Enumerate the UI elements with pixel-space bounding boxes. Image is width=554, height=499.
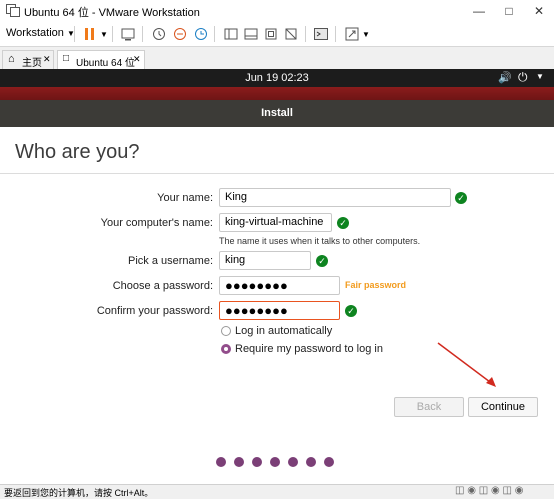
workstation-menu[interactable]: Workstation ▼ [6, 27, 75, 39]
page-title: Who are you? [15, 141, 140, 163]
send-ctrl-alt-del-icon[interactable] [120, 26, 136, 42]
fullscreen-icon[interactable] [263, 26, 279, 42]
status-bar: 要返回到您的计算机，请按 Ctrl+Alt。 ◫ ◉ ◫ ◉ ◫ ◉ [0, 484, 554, 499]
require-password-label[interactable]: Require my password to log in [235, 343, 383, 355]
progress-dot [252, 457, 262, 467]
check-icon: ✓ [316, 255, 328, 267]
progress-dot [270, 457, 280, 467]
status-text: 要返回到您的计算机，请按 Ctrl+Alt。 [4, 488, 154, 498]
stretch-guest-icon[interactable] [344, 26, 360, 42]
tab-ubuntu-label: Ubuntu 64 位 [76, 58, 135, 69]
unity-mode-icon[interactable] [283, 26, 299, 42]
toolbar: Workstation ▼ ▼ ▼ [0, 22, 554, 47]
continue-button[interactable]: Continue [468, 397, 538, 417]
computer-name-hint: The name it uses when it talks to other … [219, 236, 421, 246]
device-icons[interactable]: ◫ ◉ ◫ ◉ ◫ ◉ [455, 485, 523, 496]
login-auto-label[interactable]: Log in automatically [235, 325, 332, 337]
pause-dropdown-icon[interactable]: ▼ [100, 30, 108, 39]
installer-header: Install [0, 100, 554, 127]
progress-dot [288, 457, 298, 467]
snapshot-icon[interactable] [151, 26, 167, 42]
volume-icon[interactable]: 🔊 [498, 71, 512, 84]
home-icon: ⌂ [8, 53, 15, 65]
installer-title: Install [261, 107, 293, 119]
computer-name-label: Your computer's name: [100, 217, 213, 229]
your-name-input[interactable]: King [219, 188, 451, 207]
clock[interactable]: Jun 19 02:23 [0, 72, 554, 84]
check-icon: ✓ [337, 217, 349, 229]
divider [0, 173, 554, 174]
desktop-background [0, 87, 554, 100]
close-button[interactable]: ✕ [524, 0, 554, 22]
username-input[interactable]: king [219, 251, 311, 270]
tab-bar: ⌂ 主页 ✕ □ Ubuntu 64 位 ✕ [0, 47, 554, 70]
minimize-button[interactable]: — [464, 0, 494, 22]
confirm-password-input[interactable]: ●●●●●●●● [219, 301, 340, 320]
title-bar: Ubuntu 64 位 - VMware Workstation — □ ✕ [0, 0, 554, 22]
ubuntu-top-bar: Jun 19 02:23 🔊 ⏻ ▼ [0, 69, 554, 87]
require-password-radio[interactable] [221, 344, 231, 354]
pause-icon[interactable] [82, 26, 98, 42]
password-label: Choose a password: [112, 280, 213, 292]
back-button[interactable]: Back [394, 397, 464, 417]
vm-icon: □ [63, 53, 70, 64]
tab-home-label: 主页 [22, 58, 42, 69]
annotation-arrow-icon [437, 342, 496, 387]
check-icon: ✓ [455, 192, 467, 204]
system-menu-arrow-icon[interactable]: ▼ [536, 72, 544, 81]
confirm-password-label: Confirm your password: [96, 305, 213, 317]
login-auto-radio[interactable] [221, 326, 231, 336]
tab-home-close-icon[interactable]: ✕ [43, 54, 51, 65]
password-strength: Fair password [345, 280, 407, 290]
thumbnail-view-icon[interactable] [243, 26, 259, 42]
progress-dot [216, 457, 226, 467]
maximize-button[interactable]: □ [494, 0, 524, 22]
revert-snapshot-icon[interactable] [172, 26, 188, 42]
power-icon[interactable]: ⏻ [518, 70, 528, 85]
your-name-label: Your name: [157, 192, 213, 204]
check-icon: ✓ [345, 305, 357, 317]
username-label: Pick a username: [128, 255, 213, 267]
vmware-logo-icon [6, 4, 20, 17]
progress-dot [306, 457, 316, 467]
library-view-icon[interactable] [223, 26, 239, 42]
tab-ubuntu-vm[interactable]: □ Ubuntu 64 位 ✕ [57, 50, 145, 69]
computer-name-input[interactable]: king-virtual-machine [219, 213, 332, 232]
workstation-menu-label: Workstation [6, 27, 64, 39]
progress-dot [234, 457, 244, 467]
password-input[interactable]: ●●●●●●●● [219, 276, 340, 295]
snapshot-manager-icon[interactable] [193, 26, 209, 42]
window-title: Ubuntu 64 位 - VMware Workstation [24, 7, 200, 19]
progress-dot [324, 457, 334, 467]
console-view-icon[interactable] [313, 26, 329, 42]
tab-ubuntu-close-icon[interactable]: ✕ [133, 54, 141, 65]
stretch-dropdown-icon[interactable]: ▼ [362, 30, 370, 39]
tab-home[interactable]: ⌂ 主页 ✕ [2, 50, 54, 69]
vm-display[interactable]: Jun 19 02:23 🔊 ⏻ ▼ Install Who are you? … [0, 69, 554, 484]
